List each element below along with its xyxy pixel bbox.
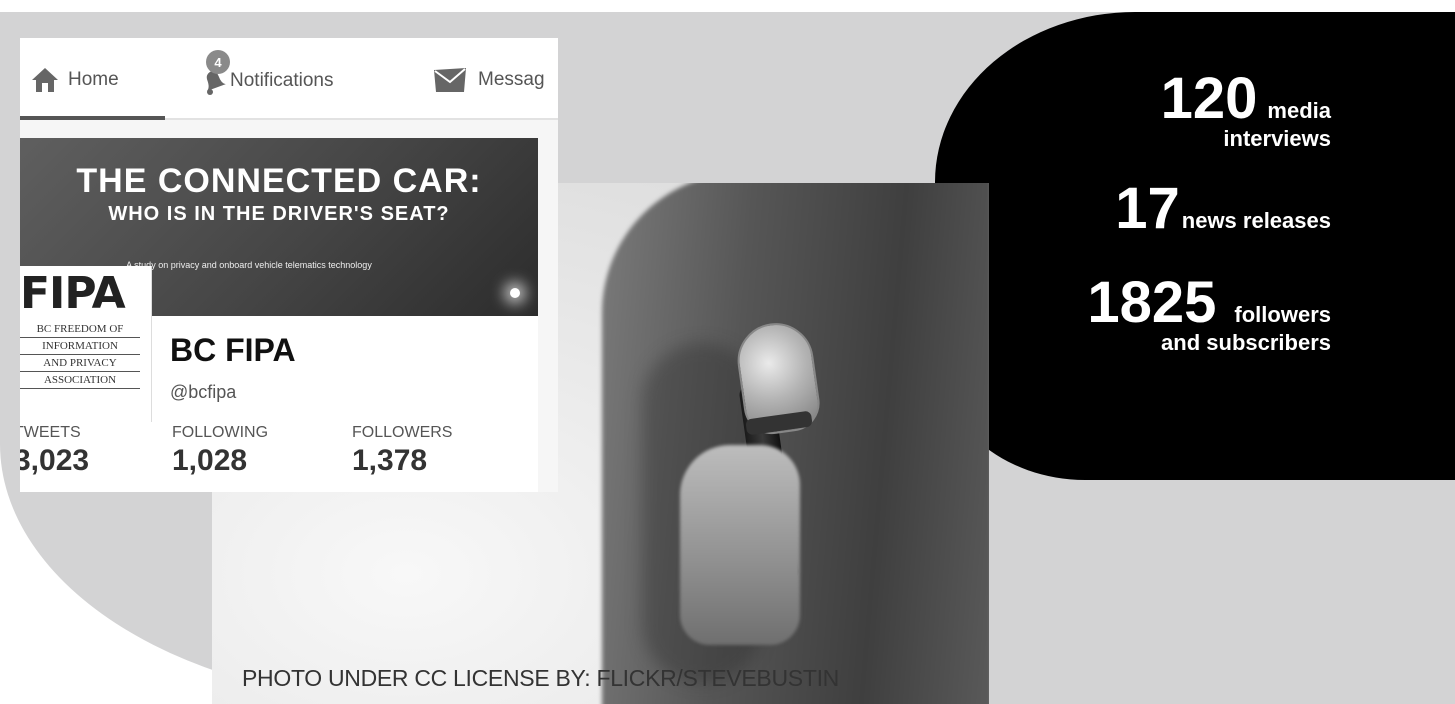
stat-news-releases: 17news releases <box>1115 180 1331 238</box>
stat-number: 1825 <box>1087 270 1217 335</box>
stat-label: followers <box>1234 302 1331 327</box>
stat-number: 17 <box>1115 176 1180 241</box>
banner-title: THE CONNECTED CAR: <box>76 162 482 200</box>
headlight-glow <box>510 288 520 298</box>
nav-notifications-label: Notifications <box>230 70 334 91</box>
twitter-profile-card: Home Notifications 4 Messag THE CONNECTE… <box>20 38 558 492</box>
logo-line: ASSOCIATION <box>20 372 140 389</box>
twitter-nav: Home Notifications 4 Messag <box>20 38 558 120</box>
home-icon <box>32 68 58 92</box>
tweets-value: 3,023 <box>20 444 90 477</box>
followers-count[interactable]: FOLLOWERS 1,378 <box>352 424 452 478</box>
fipa-logo-mark: FIPA <box>20 268 126 319</box>
nav-messages[interactable]: Messag <box>432 66 545 94</box>
nav-messages-label: Messag <box>478 69 545 90</box>
notifications-badge: 4 <box>206 50 230 74</box>
photo-credit: PHOTO UNDER CC LICENSE BY: FLICKR/STEVEB… <box>242 665 839 691</box>
stat-label: news releases <box>1181 208 1331 233</box>
fipa-logo-text: BC FREEDOM OF INFORMATION AND PRIVACY AS… <box>20 321 140 389</box>
banner-subtitle: WHO IS IN THE DRIVER'S SEAT? <box>108 203 450 225</box>
logo-line: BC FREEDOM OF <box>20 321 140 338</box>
stats-panel: 120 media interviews 17news releases 1825… <box>935 12 1455 480</box>
nav-active-indicator <box>20 116 165 120</box>
stat-label: media <box>1267 98 1331 123</box>
hand <box>680 445 800 645</box>
logo-line: INFORMATION <box>20 338 140 355</box>
following-label: FOLLOWING <box>172 424 269 441</box>
followers-value: 1,378 <box>352 444 428 477</box>
tweets-count[interactable]: TWEETS 3,023 <box>20 424 89 478</box>
profile-handle[interactable]: @bcfipa <box>170 382 236 403</box>
stat-number: 120 <box>1160 66 1258 131</box>
following-value: 1,028 <box>172 444 248 477</box>
stat-followers: 1825 followers and subscribers <box>1087 274 1331 356</box>
envelope-icon <box>434 68 466 92</box>
nav-home[interactable]: Home <box>30 66 119 94</box>
avatar[interactable]: FIPA BC FREEDOM OF INFORMATION AND PRIVA… <box>20 266 152 422</box>
following-count[interactable]: FOLLOWING 1,028 <box>172 424 268 478</box>
nav-home-label: Home <box>68 69 119 90</box>
followers-label: FOLLOWERS <box>352 424 453 441</box>
logo-line: AND PRIVACY <box>20 355 140 372</box>
stat-media-interviews: 120 media interviews <box>1161 70 1331 152</box>
profile-name[interactable]: BC FIPA <box>170 332 296 369</box>
tweets-label: TWEETS <box>20 424 81 441</box>
